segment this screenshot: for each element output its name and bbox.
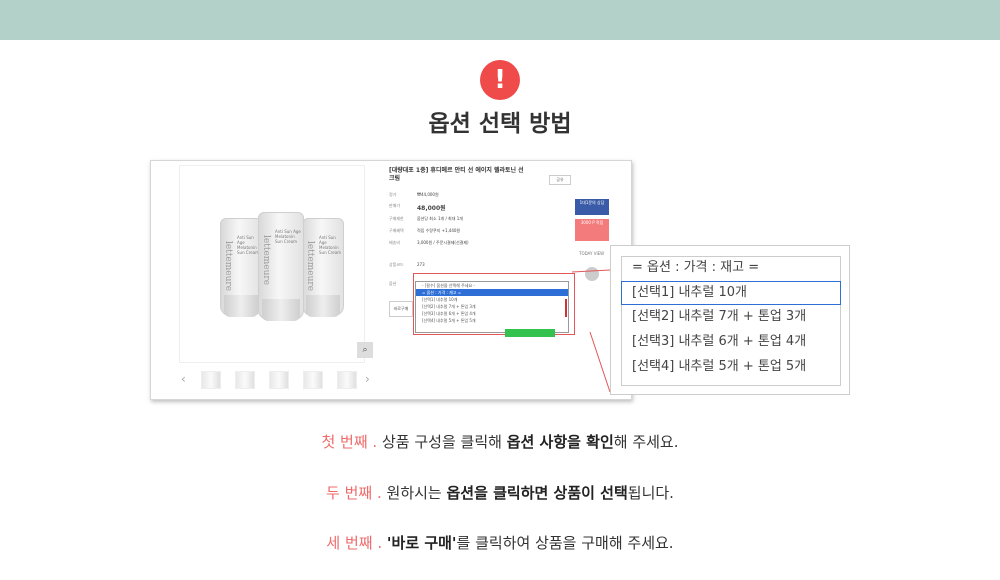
step-3: 세 번째 . '바로 구매'를 클릭하여 상품을 구매해 주세요.	[326, 534, 674, 552]
dropdown-option[interactable]: [선택4] 내추럴 5개 + 톤업 5개	[416, 317, 568, 324]
option-label: 옵션	[389, 281, 397, 286]
option-list: = 옵션 : 가격 : 재고 = [선택1] 내추럴 10개 [선택2] 내추럴…	[621, 256, 841, 386]
option-header: = 옵션 : 가격 : 재고 =	[632, 260, 760, 275]
option-item[interactable]: [선택2] 내추럴 7개 + 톤업 3개	[622, 306, 840, 328]
info-row: 구매혜택 적립 수량쿠지 +1,440원	[389, 228, 461, 233]
thumbnail[interactable]	[235, 371, 255, 389]
thumbnail[interactable]	[337, 371, 357, 389]
product-tube-image: lettemeure Anti Sun Age Melatonin Sun Cr…	[258, 212, 304, 321]
product-main-image: lettemeure Anti Sun Age Melatonin Sun Cr…	[179, 165, 365, 363]
thumbnail[interactable]	[269, 371, 289, 389]
thumbnail[interactable]	[303, 371, 323, 389]
product-name: [대량대포 1중] 휴디메르 안티 선 에이지 렐라토닌 선크림	[389, 167, 524, 182]
product-tube-image: lettemeure Anti Sun Age Melatonin Sun Cr…	[302, 218, 344, 317]
product-tube-image: lettemeure Anti Sun Age Melatonin Sun Cr…	[220, 218, 262, 317]
thumbnail[interactable]	[201, 371, 221, 389]
option-item[interactable]: [선택4] 내추럴 5개 + 톤업 5개	[622, 356, 840, 378]
option-item[interactable]: [선택1] 내추럴 10개	[621, 281, 841, 305]
info-row: 판매가 48,000원	[389, 203, 446, 212]
info-row: 배송비 3,000원 / 주문시결제(선결제)	[389, 240, 469, 245]
top-banner	[0, 0, 1000, 40]
dropdown-option[interactable]: - [필수] 옵션을 선택해 주세요 -	[416, 282, 568, 289]
dropdown-option[interactable]: [선택2] 내추럴 7개 + 톤업 3개	[416, 303, 568, 310]
thumbnail-strip: ‹ ›	[179, 371, 370, 389]
step-2: 두 번째 . 원하시는 옵션을 클릭하면 상품이 선택됩니다.	[326, 484, 674, 502]
dropdown-option[interactable]: = 옵션 : 가격 : 재고 =	[416, 289, 568, 296]
share-button[interactable]: 공유	[549, 175, 571, 185]
option-item[interactable]: [선택3] 내추럴 6개 + 톤업 4개	[622, 331, 840, 353]
buy-now-button[interactable]: 바로구매	[389, 301, 413, 317]
side-badge[interactable]: 3000 P 적립	[575, 219, 609, 241]
product-page-screenshot: lettemeure Anti Sun Age Melatonin Sun Cr…	[150, 160, 632, 400]
chevron-left-icon[interactable]: ‹	[181, 372, 186, 386]
info-row: 상품코드 273	[389, 262, 425, 267]
chevron-right-icon[interactable]: ›	[365, 372, 370, 386]
zoom-icon[interactable]: ⌕	[357, 342, 373, 358]
today-view-label: TODAY VIEW	[579, 251, 605, 256]
side-badge[interactable]: 1대1문의 상담	[575, 199, 609, 215]
status-bar	[505, 329, 555, 337]
step-1: 첫 번째 . 상품 구성을 클릭해 옵션 사항을 확인해 주세요.	[321, 433, 679, 451]
page-title: 옵션 선택 방법	[428, 111, 572, 137]
dropdown-option[interactable]: [선택3] 내추럴 6개 + 톤업 4개	[416, 310, 568, 317]
dropdown-option[interactable]: [선택1] 내추럴 10개	[416, 296, 568, 303]
option-zoom-callout: = 옵션 : 가격 : 재고 = [선택1] 내추럴 10개 [선택2] 내추럴…	[610, 245, 850, 395]
scrollbar[interactable]	[565, 299, 567, 317]
info-row: 정가 ₩44,000원	[389, 192, 439, 197]
scroll-top-icon[interactable]	[585, 267, 599, 281]
info-row: 구매제한 옵션당 최소 1개 / 최대 1개	[389, 216, 463, 221]
exclamation-icon: !	[480, 60, 520, 100]
option-dropdown[interactable]: - [필수] 옵션을 선택해 주세요 - = 옵션 : 가격 : 재고 = [선…	[415, 281, 569, 333]
